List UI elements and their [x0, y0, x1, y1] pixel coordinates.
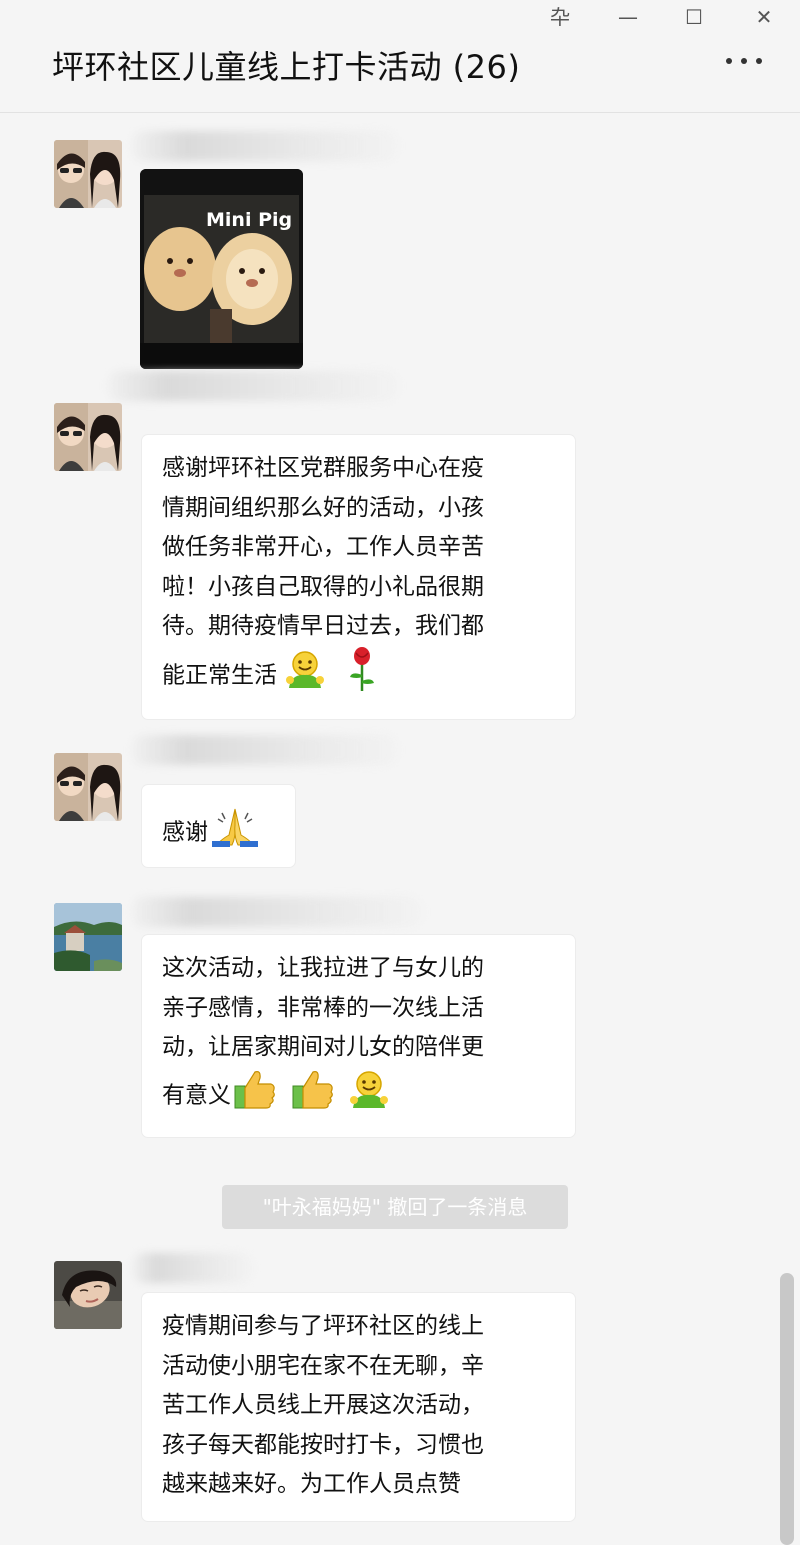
pin-icon[interactable]: 卆: [546, 4, 574, 30]
message-list[interactable]: Mini Pig 感谢坪环社区党群服务中心在疫 情期间组织那么好的活动，小孩 做…: [0, 113, 800, 1545]
message-text: 感谢: [162, 819, 208, 846]
shared-photo[interactable]: Mini Pig: [140, 169, 303, 369]
avatar[interactable]: [54, 903, 122, 971]
smile-emoji-icon: [349, 1070, 389, 1122]
message-bubble[interactable]: 感谢: [142, 785, 295, 867]
scrollbar-thumb[interactable]: [780, 1273, 794, 1545]
avatar[interactable]: [54, 1261, 122, 1329]
message-bubble[interactable]: 这次活动，让我拉进了与女儿的 亲子感情，非常棒的一次线上活 动，让居家期间对儿女…: [142, 935, 575, 1137]
sender-name-blurred: [132, 897, 422, 927]
message-bubble[interactable]: 感谢坪环社区党群服务中心在疫 情期间组织那么好的活动，小孩 做任务非常开心，工作…: [142, 435, 575, 719]
sender-name-blurred: [132, 1253, 252, 1283]
smile-emoji-icon: [285, 650, 325, 702]
message-bubble[interactable]: 疫情期间参与了坪环社区的线上 活动使小朋宅在家不在无聊，辛 苦工作人员线上开展这…: [142, 1293, 575, 1521]
rose-icon: [347, 646, 377, 705]
maximize-icon[interactable]: ☐: [680, 4, 708, 30]
thumbs-up-icon: [291, 1068, 335, 1124]
avatar[interactable]: [54, 753, 122, 821]
chat-title: 坪环社区儿童线上打卡活动 (26): [52, 48, 521, 86]
recall-notice: "叶永福妈妈" 撤回了一条消息: [222, 1185, 568, 1229]
pray-emoji-icon: [212, 805, 258, 861]
avatar[interactable]: [54, 140, 122, 208]
photo-caption: Mini Pig: [206, 209, 293, 231]
sender-name-blurred: [132, 735, 397, 765]
more-options-icon[interactable]: [726, 58, 774, 72]
title-bar: 卆 — ☐ ✕ 坪环社区儿童线上打卡活动 (26): [0, 0, 800, 113]
message-text: 疫情期间参与了坪环社区的线上 活动使小朋宅在家不在无聊，辛 苦工作人员线上开展这…: [162, 1313, 484, 1497]
sender-name-blurred: [108, 371, 398, 401]
close-icon[interactable]: ✕: [750, 4, 778, 30]
thumbs-up-icon: [233, 1068, 277, 1124]
avatar[interactable]: [54, 403, 122, 471]
minimize-icon[interactable]: —: [614, 4, 642, 30]
sender-name-blurred: [132, 131, 397, 161]
